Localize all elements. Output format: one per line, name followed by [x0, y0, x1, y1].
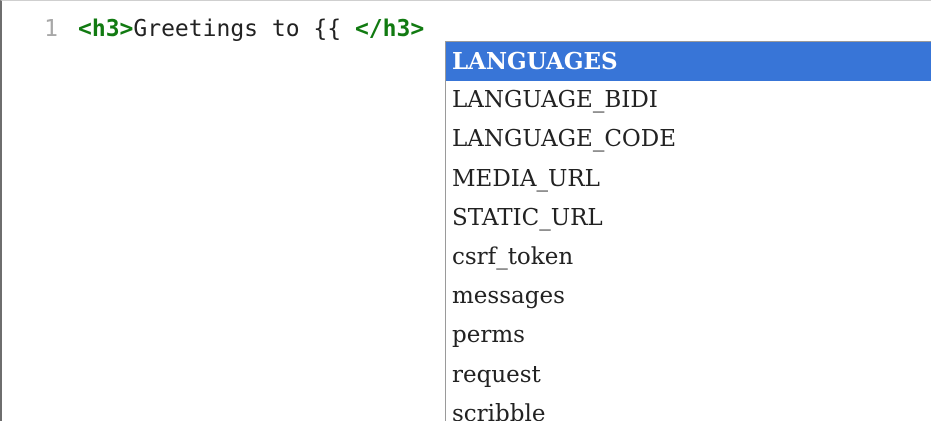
line-number: 1 [44, 16, 58, 42]
line-text: Greetings to {{ [133, 16, 355, 42]
autocomplete-item-languages[interactable]: LANGUAGES [446, 42, 931, 82]
autocomplete-item-language-code[interactable]: LANGUAGE_CODE [446, 120, 931, 159]
open-tag: <h3> [78, 16, 134, 42]
code-editor[interactable]: 1 <h3>Greetings to {{ </h3> LANGUAGES LA… [0, 0, 931, 421]
autocomplete-dropdown[interactable]: LANGUAGES LANGUAGE_BIDI LANGUAGE_CODE ME… [445, 41, 931, 421]
autocomplete-item-media-url[interactable]: MEDIA_URL [446, 160, 931, 199]
autocomplete-item-language-bidi[interactable]: LANGUAGE_BIDI [446, 81, 931, 120]
close-tag: </h3> [354, 16, 425, 42]
autocomplete-item-scribble[interactable]: scribble [446, 395, 931, 421]
line-content[interactable]: <h3>Greetings to {{ </h3> [78, 13, 424, 45]
autocomplete-item-perms[interactable]: perms [446, 316, 931, 355]
autocomplete-item-static-url[interactable]: STATIC_URL [446, 199, 931, 238]
autocomplete-item-request[interactable]: request [446, 356, 931, 395]
autocomplete-item-messages[interactable]: messages [446, 277, 931, 316]
autocomplete-item-csrf-token[interactable]: csrf_token [446, 238, 931, 277]
